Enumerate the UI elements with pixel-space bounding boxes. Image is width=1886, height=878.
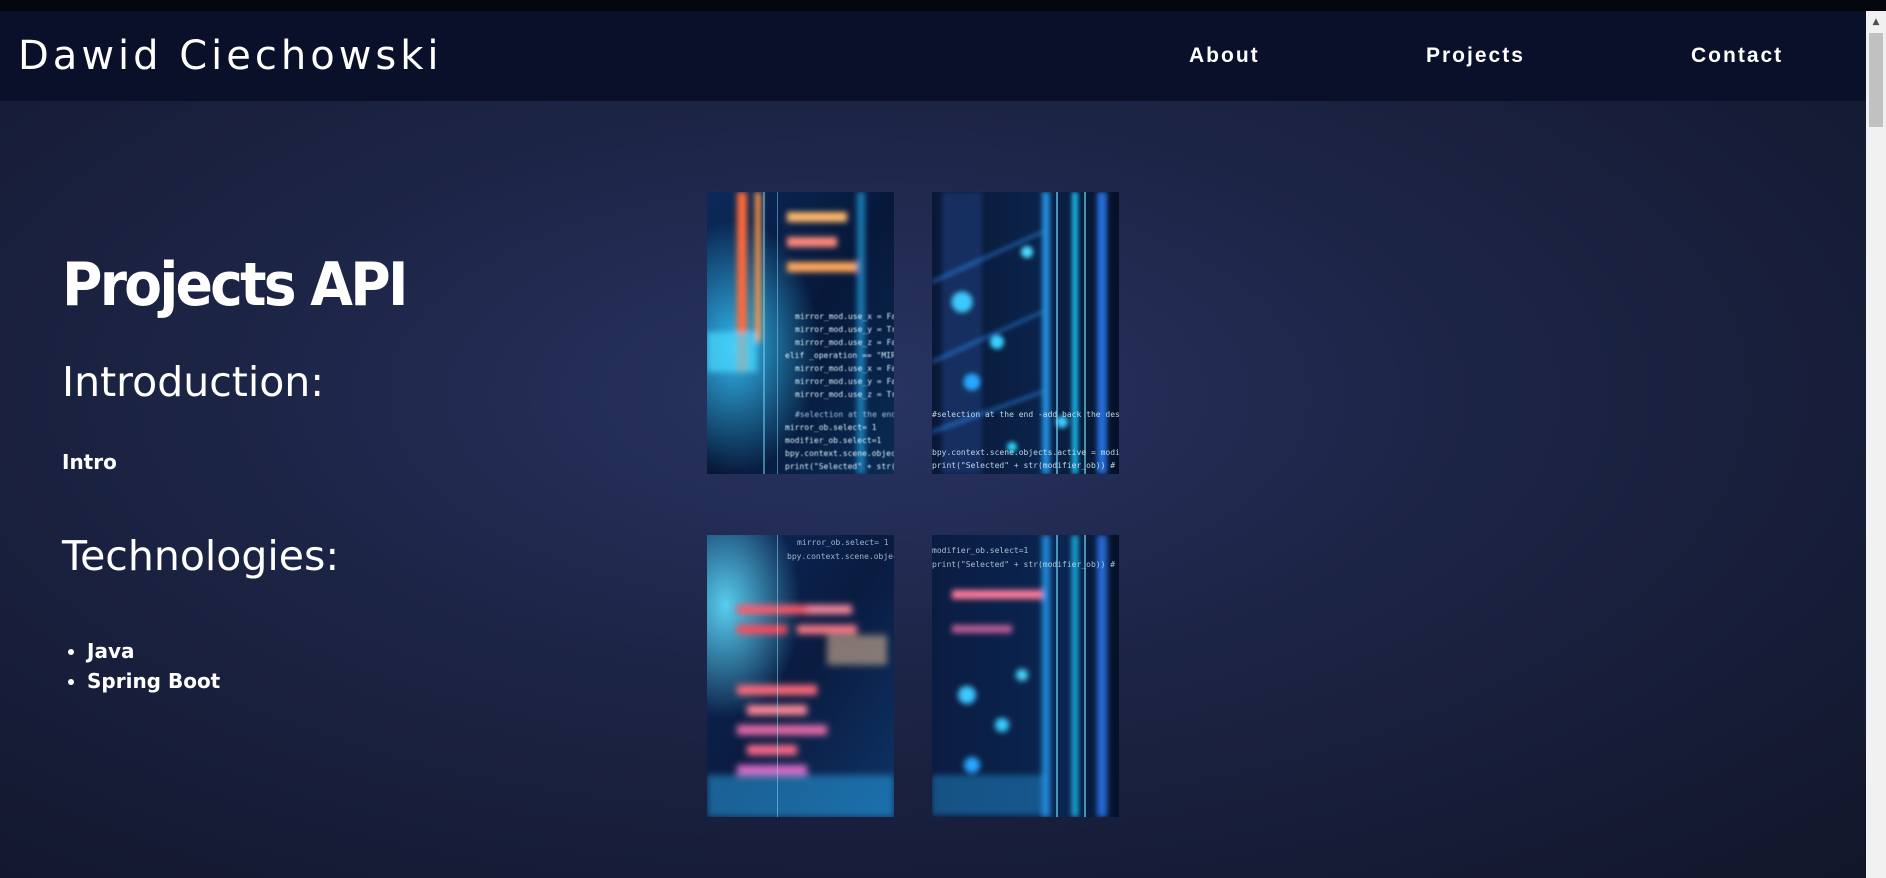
code-line-text: #selection at the end -add back the dese…	[932, 410, 1119, 419]
scrollbar-thumb[interactable]	[1869, 33, 1883, 127]
technology-item: Spring Boot	[87, 666, 220, 696]
technologies-list: Java Spring Boot	[62, 636, 220, 696]
code-line-text: mirror_ob.select= 1	[785, 423, 877, 432]
page-title: Projects API	[62, 250, 409, 320]
technologies-heading: Technologies:	[62, 532, 340, 580]
code-line-text: mirror_mod.use_x = False	[795, 312, 894, 321]
code-line-text: mirror_mod.use_y = True	[795, 325, 894, 334]
scroll-up-arrow-icon[interactable]: ▲	[1866, 13, 1886, 31]
code-line-text: #selection at the end -add back the dese…	[795, 410, 894, 419]
code-line-text: modifier_ob.select=1	[932, 546, 1029, 555]
code-line-text: elif _operation == "MIRROR_Z":	[785, 351, 894, 360]
code-line-text: print("Selected" + str(modifier_ob)) # m…	[932, 461, 1119, 470]
code-line-text: print("Selected" + str(modifier_ob)) # m…	[932, 560, 1119, 569]
gallery-image-2[interactable]: #selection at the end -add back the dese…	[932, 192, 1119, 474]
brand-logo-text[interactable]: Dawid Ciechowski	[18, 33, 443, 79]
window-top-strip	[0, 0, 1886, 11]
code-line-text: bpy.context.scene.objects.active = modif…	[785, 449, 894, 458]
navbar: Dawid Ciechowski About Projects Contact	[0, 11, 1866, 101]
code-line-text: mirror_mod.use_y = False	[795, 377, 894, 386]
technology-item: Java	[87, 636, 220, 666]
code-line-text: mirror_mod.use_z = True	[795, 390, 894, 399]
code-line-text: bpy.context.scene.objects.active = modif…	[932, 448, 1119, 457]
introduction-heading: Introduction:	[62, 358, 325, 406]
nav-link-about[interactable]: About	[1189, 44, 1260, 68]
code-line-text: print("Selected" + str(modifier_ob)) # m…	[785, 462, 894, 471]
code-line-text: mirror_mod.use_x = False	[795, 364, 894, 373]
code-line-text: bpy.context.scene.objects.active = modif…	[787, 552, 894, 561]
introduction-text: Intro	[62, 450, 117, 474]
code-line-text: mirror_mod.use_z = False	[795, 338, 894, 347]
nav-link-projects[interactable]: Projects	[1426, 44, 1525, 68]
page-scrollbar[interactable]: ▲	[1866, 11, 1886, 878]
gallery-image-1[interactable]: mirror_mod.use_x = False mirror_mod.use_…	[707, 192, 894, 474]
code-line-text: mirror_ob.select= 1	[797, 538, 889, 547]
code-line-text: modifier_ob.select=1	[785, 436, 882, 445]
nav-link-contact[interactable]: Contact	[1691, 44, 1783, 68]
gallery-image-4[interactable]: modifier_ob.select=1 print("Selected" + …	[932, 535, 1119, 817]
gallery-image-3[interactable]: mirror_ob.select= 1 bpy.context.scene.ob…	[707, 535, 894, 817]
